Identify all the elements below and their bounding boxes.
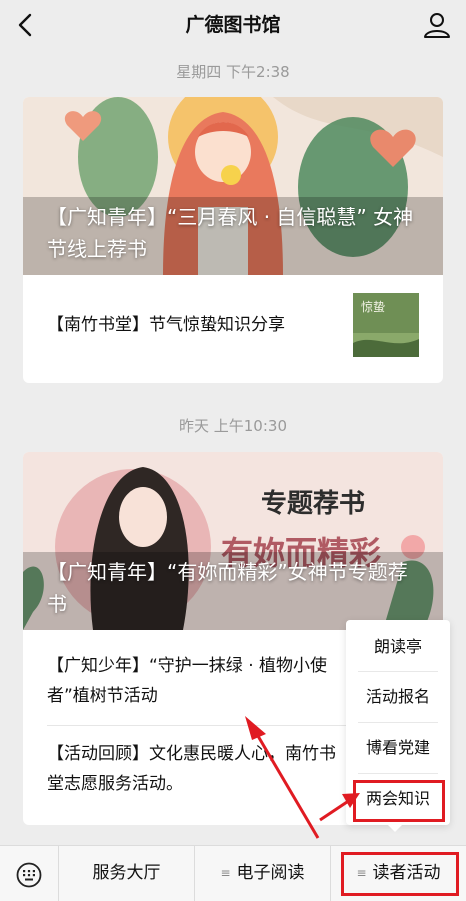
message-timestamp: 昨天 上午10:30 — [179, 417, 287, 435]
page-title: 广德图书馆 — [185, 14, 281, 36]
cover-title: 【广知青年】“有妳而精彩”女神节专题荐书 — [47, 560, 408, 616]
keyboard-icon — [16, 862, 42, 888]
thumbnail-label: 惊蛰 — [361, 299, 385, 314]
keyboard-toggle-button[interactable] — [0, 846, 59, 901]
highlight-box — [353, 780, 445, 822]
article-thumbnail[interactable]: 惊蛰 — [353, 293, 419, 357]
submenu-item-event-signup[interactable]: 活动报名 — [346, 672, 450, 722]
submenu-item-party-building[interactable]: 博看党建 — [346, 723, 450, 773]
menu-list-icon: ≡ — [220, 866, 231, 880]
popup-pointer — [387, 824, 403, 832]
article-item-title[interactable]: 【活动回顾】文化惠民暖人心，南竹书堂志愿服务活动。 — [47, 739, 337, 799]
divider — [47, 725, 347, 726]
cover-title: 【广知青年】“三月春风 · 自信聪慧” 女神节线上荐书 — [47, 205, 414, 261]
menu-tab-label: 服务大厅 — [92, 863, 161, 883]
profile-icon[interactable] — [422, 10, 452, 40]
article-cover[interactable]: 【广知青年】“三月春风 · 自信聪慧” 女神节线上荐书 — [23, 97, 443, 275]
article-cover[interactable]: 专题荐书 有妳而精彩 【广知青年】“有妳而精彩”女神节专题荐书 — [23, 452, 443, 630]
menu-tab-label: 电子阅读 — [236, 863, 305, 883]
header-bar: 广德图书馆 — [0, 0, 466, 50]
article-item-title[interactable]: 【广知少年】“守护一抹绿 · 植物小使者”植树节活动 — [47, 651, 337, 711]
highlight-box — [341, 852, 459, 896]
menu-tab-e-reading[interactable]: ≡ 电子阅读 — [195, 846, 331, 901]
submenu-item-reading-booth[interactable]: 朗读亭 — [346, 622, 450, 672]
cover-caption: 专题荐书 — [261, 489, 365, 519]
article-card[interactable]: 【广知青年】“三月春风 · 自信聪慧” 女神节线上荐书 【南竹书堂】节气惊蛰知识… — [23, 97, 443, 383]
message-timestamp: 星期四 下午2:38 — [176, 63, 290, 81]
menu-tab-service-hall[interactable]: 服务大厅 — [59, 846, 195, 901]
